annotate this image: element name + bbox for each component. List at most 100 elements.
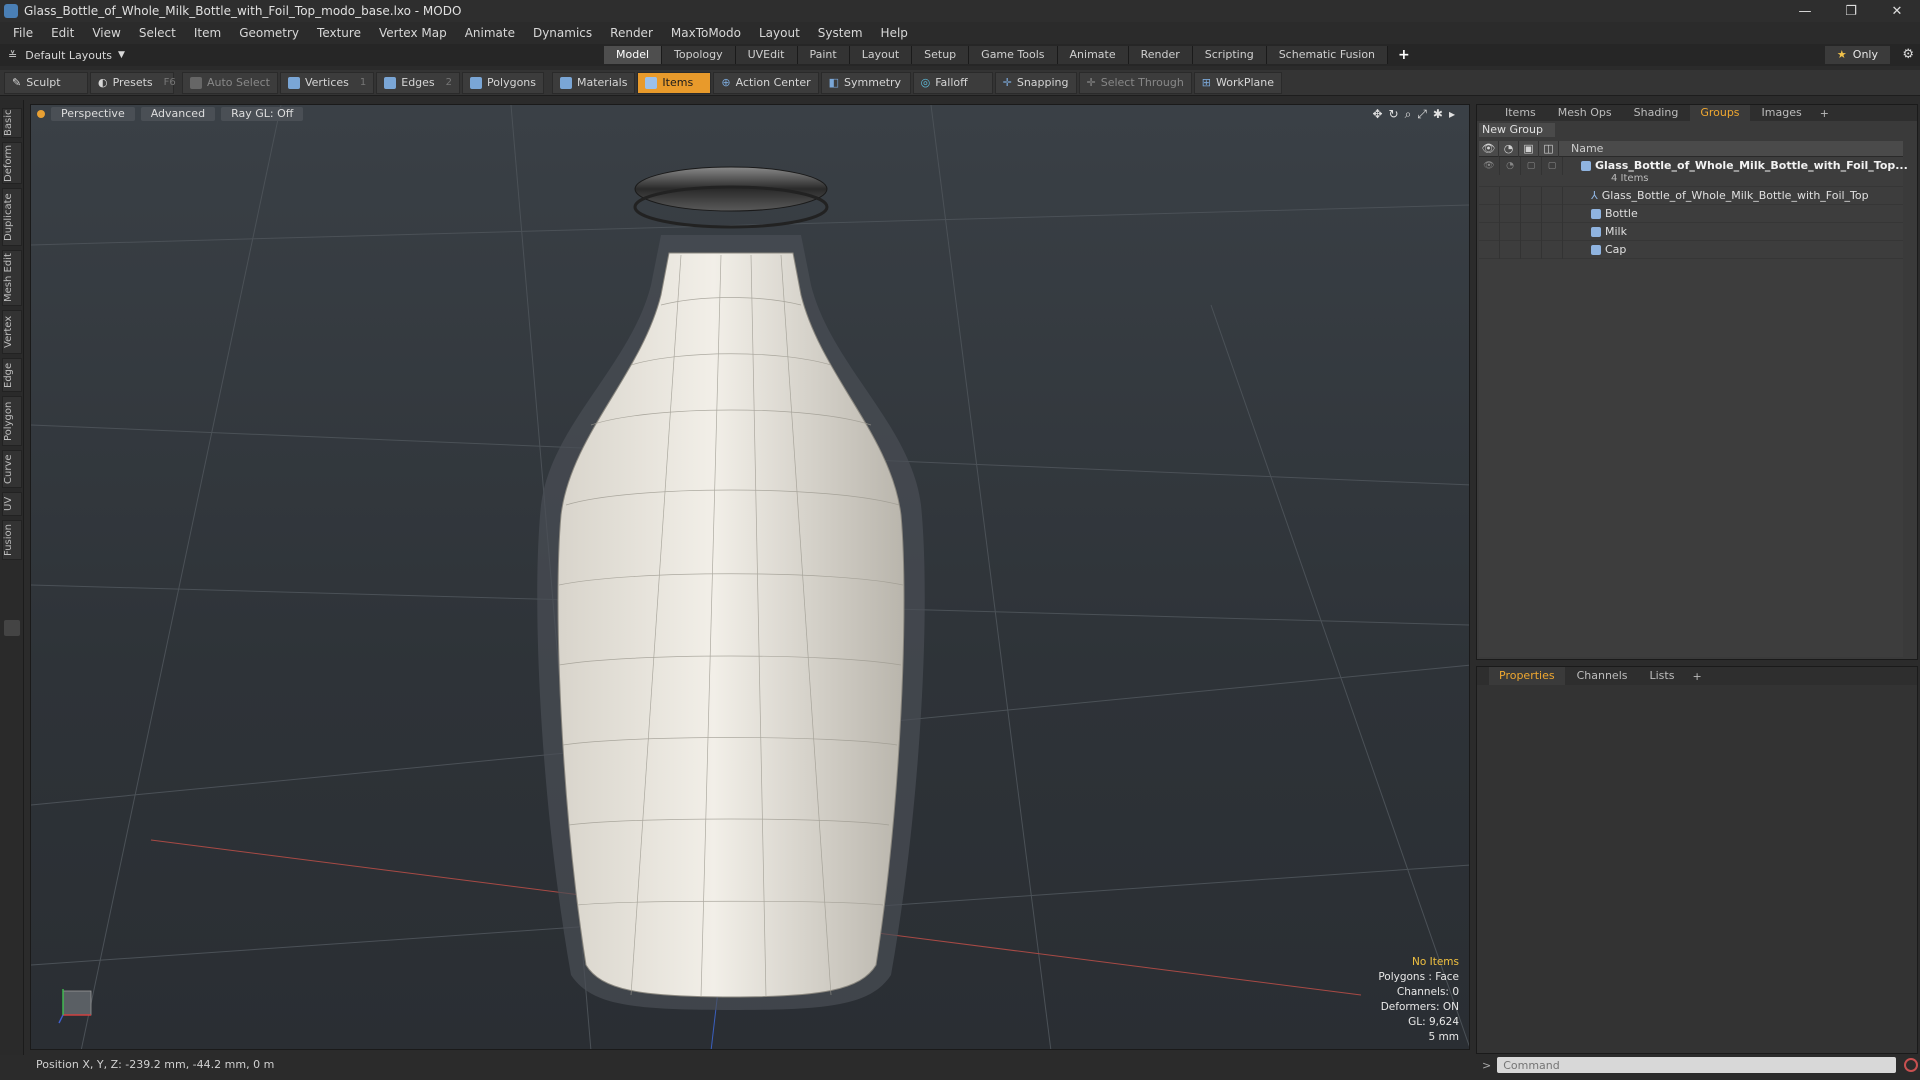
snapping-button[interactable]: ✛ Snapping	[994, 71, 1077, 94]
layout-select[interactable]: Default Layouts ▼	[25, 49, 125, 62]
maximize-icon[interactable]: ⤢	[1417, 107, 1427, 122]
tab-layout[interactable]: Layout	[849, 46, 913, 64]
lock-header-icon[interactable]: ▣	[1519, 140, 1539, 157]
tooltab-basic[interactable]: Basic	[2, 108, 22, 138]
tooltab-uv[interactable]: UV	[2, 492, 22, 516]
viewport-scene	[31, 105, 1469, 1049]
menu-edit[interactable]: Edit	[42, 26, 83, 40]
only-toggle[interactable]: ★ Only	[1824, 46, 1890, 64]
view-type-button[interactable]: Perspective	[51, 107, 135, 121]
tooltab-duplicate[interactable]: Duplicate	[2, 188, 22, 246]
add-tab-icon[interactable]: +	[1388, 46, 1420, 64]
list-item[interactable]: ⅄ Glass_Bottle_of_Whole_Milk_Bottle_with_…	[1479, 186, 1903, 205]
list-item[interactable]: Bottle	[1479, 204, 1903, 223]
render-icon[interactable]: ◔	[1500, 157, 1521, 175]
select-header-icon[interactable]: ◫	[1539, 140, 1559, 157]
tooltab-curve[interactable]: Curve	[2, 450, 22, 488]
list-item[interactable]: Cap	[1479, 240, 1903, 259]
menu-dynamics[interactable]: Dynamics	[524, 26, 601, 40]
tooltab-edge[interactable]: Edge	[2, 358, 22, 392]
close-icon[interactable]: ✕	[1874, 0, 1920, 22]
menu-render[interactable]: Render	[601, 26, 662, 40]
minimize-icon[interactable]: —	[1782, 0, 1828, 22]
menu-file[interactable]: File	[4, 26, 42, 40]
menu-item[interactable]: Item	[185, 26, 230, 40]
tooltab-mesh-edit[interactable]: Mesh Edit	[2, 250, 22, 306]
main-toolbar: ✎ Sculpt ◐ Presets F6 Auto Select Vertic…	[0, 70, 1920, 96]
restore-icon[interactable]: ❐	[1828, 0, 1874, 22]
tab-shading[interactable]: Shading	[1624, 105, 1689, 121]
tooltab-deform[interactable]: Deform	[2, 142, 22, 184]
visibility-header-icon[interactable]: 👁	[1479, 140, 1499, 157]
tooltab-vertex[interactable]: Vertex	[2, 310, 22, 354]
tab-model[interactable]: Model	[604, 46, 663, 64]
sculpt-button[interactable]: ✎ Sculpt	[4, 71, 88, 94]
viewport-menu-icon[interactable]	[37, 110, 45, 118]
tab-uvedit[interactable]: UVEdit	[735, 46, 798, 64]
tooltab-polygon[interactable]: Polygon	[2, 396, 22, 446]
zoom-icon[interactable]: ⌕	[1405, 107, 1412, 122]
vertices-button[interactable]: Vertices 1	[279, 71, 375, 94]
rotate-icon[interactable]: ↻	[1389, 107, 1399, 122]
render-header-icon[interactable]: ◔	[1499, 140, 1519, 157]
settings-icon[interactable]: ✱	[1433, 107, 1443, 122]
shading-mode-button[interactable]: Advanced	[140, 107, 216, 121]
tab-game-tools[interactable]: Game Tools	[969, 46, 1058, 64]
group-row[interactable]: 👁 ◔ ▢ ▢ Glass_Bottle_of_Whole_Milk_Bottl…	[1479, 157, 1908, 187]
tab-schematic-fusion[interactable]: Schematic Fusion	[1266, 46, 1389, 64]
lock-icon[interactable]: ▢	[1521, 157, 1542, 175]
list-item[interactable]: Milk	[1479, 222, 1903, 241]
menu-help[interactable]: Help	[872, 26, 917, 40]
tab-lists[interactable]: Lists	[1640, 667, 1685, 685]
pan-icon[interactable]: ✥	[1372, 107, 1382, 122]
menu-layout[interactable]: Layout	[750, 26, 809, 40]
tab-items[interactable]: Items	[1495, 105, 1546, 121]
record-icon[interactable]	[1904, 1058, 1918, 1072]
3d-viewport[interactable]: Perspective Advanced Ray GL: Off ✥ ↻ ⌕ ⤢…	[30, 104, 1470, 1050]
tab-animate[interactable]: Animate	[1057, 46, 1129, 64]
menu-vertex-map[interactable]: Vertex Map	[370, 26, 456, 40]
visibility-icon[interactable]: 👁	[1479, 157, 1500, 175]
menu-select[interactable]: Select	[130, 26, 185, 40]
tooltab-fusion[interactable]: Fusion	[2, 520, 22, 560]
workplane-button[interactable]: ⊞ WorkPlane	[1193, 71, 1283, 94]
tab-render[interactable]: Render	[1128, 46, 1193, 64]
menu-animate[interactable]: Animate	[456, 26, 524, 40]
expand-arrow-icon[interactable]: ▸	[1449, 107, 1455, 122]
menu-system[interactable]: System	[809, 26, 872, 40]
falloff-button[interactable]: ◎ Falloff	[912, 71, 993, 94]
command-input[interactable]	[1497, 1057, 1897, 1073]
add-tab-icon[interactable]: +	[1814, 107, 1835, 120]
tab-paint[interactable]: Paint	[797, 46, 850, 64]
menu-texture[interactable]: Texture	[308, 26, 370, 40]
action-center-button[interactable]: ⊕ Action Center	[713, 71, 819, 94]
tab-groups[interactable]: Groups	[1690, 105, 1750, 121]
menu-geometry[interactable]: Geometry	[230, 26, 308, 40]
add-tab-icon[interactable]: +	[1686, 670, 1707, 683]
group-name-text: Glass_Bottle_of_Whole_Milk_Bottle_with_F…	[1595, 159, 1908, 172]
tab-setup[interactable]: Setup	[912, 46, 970, 64]
materials-button[interactable]: Materials	[552, 71, 636, 94]
tab-properties[interactable]: Properties	[1489, 667, 1565, 685]
new-group-button[interactable]: New Group	[1479, 123, 1555, 137]
expand-icon[interactable]	[4, 620, 20, 636]
symmetry-button[interactable]: ◧ Symmetry	[820, 71, 911, 94]
polygons-button[interactable]: Polygons	[462, 71, 544, 94]
select-through-button[interactable]: ✛ Select Through	[1078, 71, 1192, 94]
tab-images[interactable]: Images	[1752, 105, 1812, 121]
tab-mesh-ops[interactable]: Mesh Ops	[1548, 105, 1622, 121]
tab-scripting[interactable]: Scripting	[1192, 46, 1267, 64]
menu-maxtomodo[interactable]: MaxToModo	[662, 26, 750, 40]
menu-view[interactable]: View	[83, 26, 129, 40]
auto-select-button[interactable]: Auto Select	[182, 71, 278, 94]
edges-button[interactable]: Edges 2	[376, 71, 461, 94]
select-icon[interactable]: ▢	[1542, 157, 1563, 175]
items-button[interactable]: Items	[637, 71, 712, 94]
tab-topology[interactable]: Topology	[662, 46, 736, 64]
layout-menu-icon[interactable]: ≚	[8, 49, 17, 62]
tab-channels[interactable]: Channels	[1567, 667, 1638, 685]
gear-icon[interactable]: ⚙	[1902, 47, 1914, 62]
presets-button[interactable]: ◐ Presets F6	[90, 71, 176, 94]
raygl-toggle[interactable]: Ray GL: Off	[221, 107, 304, 121]
locator-icon: ⅄	[1591, 189, 1598, 202]
